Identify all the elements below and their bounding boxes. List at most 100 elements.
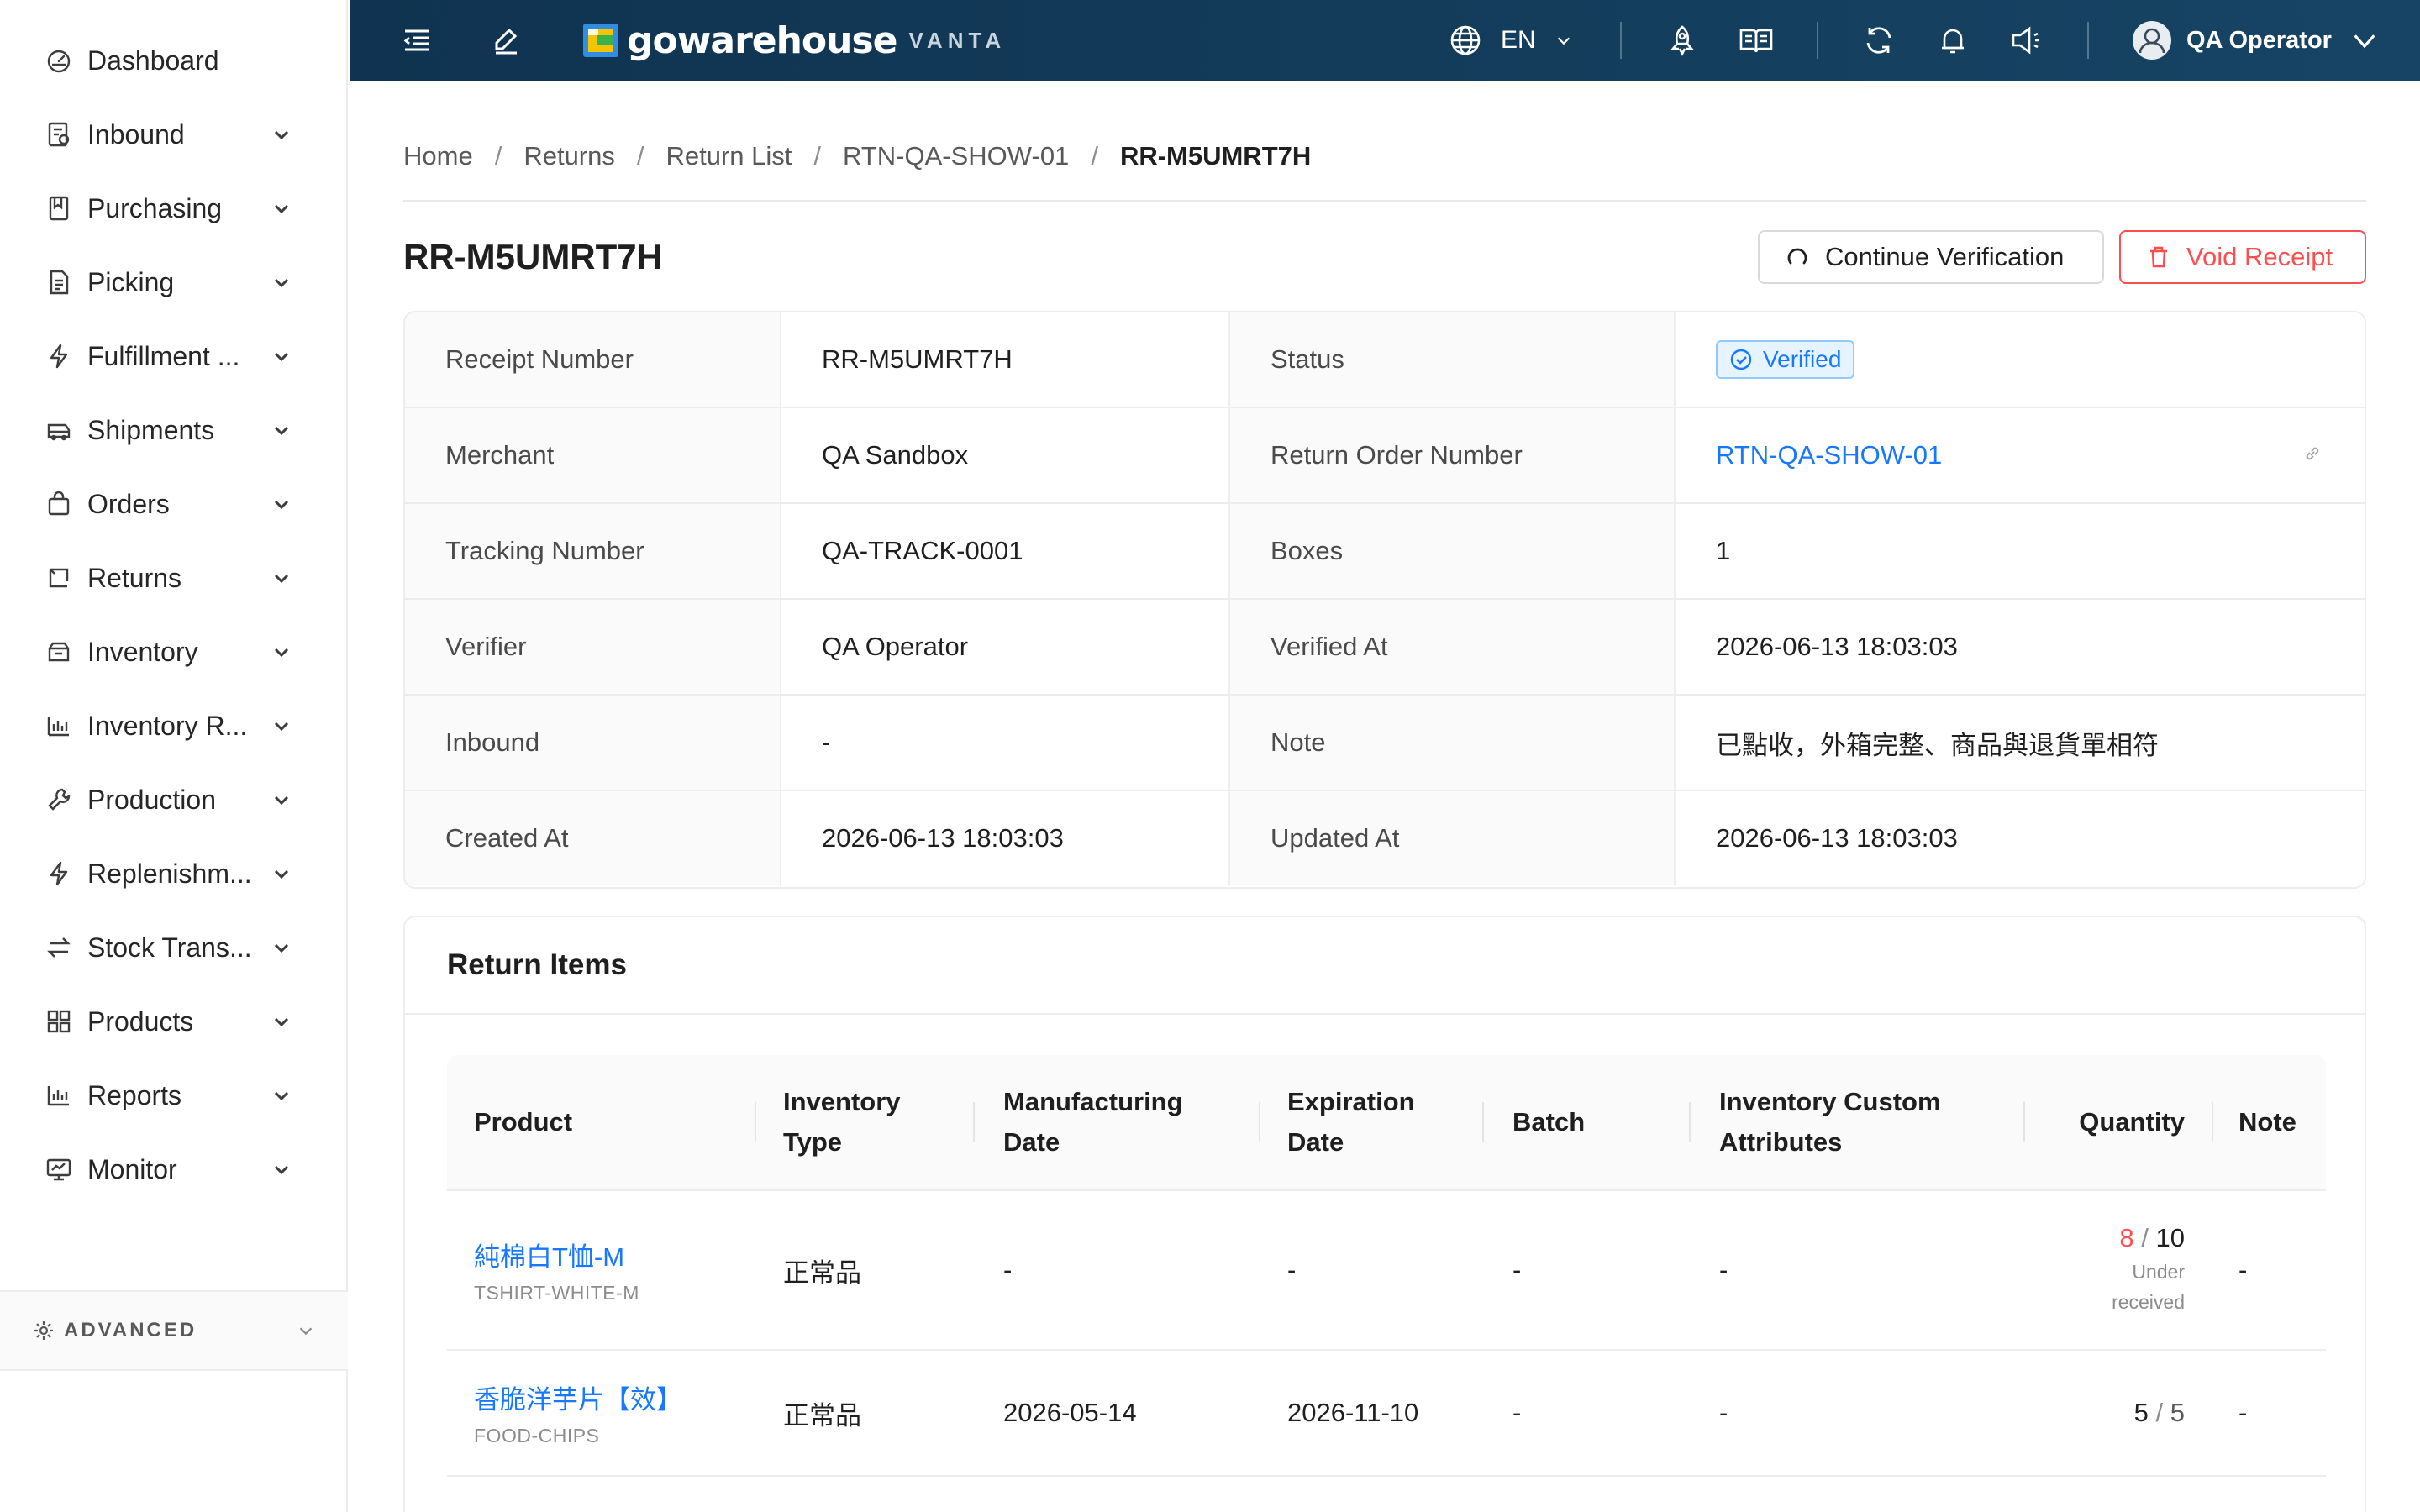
- return-order-cell: RTN-QA-SHOW-01: [1676, 408, 2365, 502]
- column-header-custom-attributes[interactable]: Inventory Custom Attributes: [1719, 1055, 2022, 1189]
- return-items-title: Return Items: [447, 948, 627, 981]
- tracking-number-value: QA-TRACK-0001: [781, 504, 1230, 598]
- chevron-down-icon[interactable]: [267, 1081, 296, 1110]
- sidebar-item-reports[interactable]: Reports: [0, 1058, 348, 1132]
- shipments-icon: [45, 417, 72, 444]
- detail-row: Receipt Number RR-M5UMRT7H Status Verifi…: [405, 312, 2365, 408]
- return-order-link[interactable]: RTN-QA-SHOW-01: [1716, 440, 1942, 470]
- verified-at-value: 2026-06-13 18:03:03: [1676, 600, 2365, 694]
- table-row: 純棉白T恤-M TSHIRT-WHITE-M 正常品 - - - - 8 / 1…: [447, 1191, 2326, 1351]
- loading-icon: [1785, 244, 1810, 270]
- sidebar-item-dashboard[interactable]: Dashboard: [0, 24, 348, 97]
- column-header-expiration-date[interactable]: Expiration Date: [1287, 1055, 1489, 1189]
- chevron-down-icon[interactable]: [267, 342, 296, 370]
- verifier-value: QA Operator: [781, 600, 1230, 694]
- quantity-separator: /: [2155, 1398, 2170, 1427]
- stock-transfer-icon: [45, 934, 72, 961]
- brand-logo[interactable]: gowarehouse VANTA: [583, 18, 1006, 62]
- sidebar-item-purchasing[interactable]: Purchasing: [0, 171, 348, 245]
- chevron-down-icon[interactable]: [267, 564, 296, 592]
- product-cell: 純棉白T恤-M TSHIRT-WHITE-M: [474, 1191, 776, 1349]
- breadcrumb-returns[interactable]: Returns: [523, 141, 615, 171]
- breadcrumb-separator: /: [636, 141, 644, 171]
- sidebar-item-inventory-reports[interactable]: Inventory R...: [0, 689, 348, 763]
- product-name-link[interactable]: 純棉白T恤-M: [474, 1236, 624, 1273]
- chevron-down-icon[interactable]: [267, 120, 296, 149]
- chevron-down-icon[interactable]: [267, 490, 296, 518]
- column-header-note[interactable]: Note: [2238, 1055, 2323, 1189]
- inventory-type-cell: 正常品: [783, 1257, 861, 1288]
- sidebar-item-replenishment[interactable]: Replenishm...: [0, 837, 348, 911]
- sidebar-item-orders[interactable]: Orders: [0, 467, 348, 541]
- void-receipt-button[interactable]: Void Receipt: [2119, 230, 2366, 284]
- expiration-date-cell: 2026-11-10: [1287, 1398, 1419, 1427]
- boxes-label: Boxes: [1230, 504, 1676, 598]
- breadcrumb-separator: /: [813, 141, 822, 171]
- header-divider: [1817, 22, 1818, 59]
- breadcrumb-return-order[interactable]: RTN-QA-SHOW-01: [843, 141, 1069, 171]
- advanced-section-toggle[interactable]: ADVANCED: [0, 1290, 348, 1371]
- breadcrumb-divider: [403, 200, 2366, 202]
- quantity-value: 8 / 10: [2119, 1223, 2185, 1253]
- sidebar-item-picking[interactable]: Picking: [0, 245, 348, 319]
- column-header-product[interactable]: Product: [474, 1055, 751, 1189]
- column-separator: [973, 1102, 975, 1142]
- receipt-number-value: RR-M5UMRT7H: [781, 312, 1230, 407]
- status-label: Status: [1230, 312, 1676, 407]
- sidebar-item-label: Production: [87, 784, 216, 815]
- sidebar-item-inventory[interactable]: Inventory: [0, 615, 348, 689]
- chevron-down-icon[interactable]: [267, 416, 296, 444]
- sidebar-item-label: Reports: [87, 1079, 182, 1110]
- column-header-quantity[interactable]: Quantity: [2044, 1055, 2185, 1189]
- continue-verification-label: Continue Verification: [1825, 242, 2065, 271]
- logo-mark-icon: [583, 20, 618, 60]
- chevron-down-icon[interactable]: [267, 268, 296, 297]
- inventory-reports-icon: [45, 712, 72, 739]
- bell-icon[interactable]: [1933, 20, 1973, 60]
- sidebar-item-returns[interactable]: Returns: [0, 541, 348, 615]
- product-sku: FOOD-CHIPS: [474, 1425, 600, 1446]
- chevron-down-icon[interactable]: [267, 1155, 296, 1184]
- custom-attributes-cell: -: [1719, 1398, 1728, 1427]
- continue-verification-button[interactable]: Continue Verification: [1758, 230, 2104, 284]
- return-order-label: Return Order Number: [1230, 408, 1676, 502]
- chevron-down-icon[interactable]: [267, 1007, 296, 1036]
- refresh-icon[interactable]: [1859, 20, 1899, 60]
- advanced-label: ADVANCED: [64, 1319, 197, 1341]
- chevron-down-icon[interactable]: [267, 859, 296, 888]
- chevron-down-icon[interactable]: [267, 785, 296, 814]
- breadcrumb-return-list[interactable]: Return List: [666, 141, 792, 171]
- status-badge: Verified: [1716, 340, 1855, 379]
- column-header-inventory-type[interactable]: Inventory Type: [783, 1055, 976, 1189]
- inbound-value: -: [781, 696, 1230, 790]
- detail-row: Inbound - Note 已點收，外箱完整、商品與退貨單相符: [405, 696, 2365, 791]
- chevron-down-icon[interactable]: [267, 638, 296, 666]
- manufacturing-date-cell: 2026-05-14: [1003, 1398, 1137, 1427]
- menu-collapse-icon[interactable]: [397, 20, 437, 60]
- user-menu[interactable]: QA Operator: [2131, 18, 2379, 62]
- chevron-down-icon[interactable]: [267, 194, 296, 223]
- sidebar-item-fulfillment[interactable]: Fulfillment ...: [0, 319, 348, 393]
- chevron-down-icon[interactable]: [267, 933, 296, 962]
- fulfillment-icon: [45, 343, 72, 370]
- sidebar-item-monitor[interactable]: Monitor: [0, 1132, 348, 1206]
- chevron-down-icon[interactable]: [267, 711, 296, 740]
- edit-icon[interactable]: [486, 20, 526, 60]
- column-separator: [755, 1102, 756, 1142]
- column-header-batch[interactable]: Batch: [1512, 1055, 1681, 1189]
- sidebar-item-products[interactable]: Products: [0, 984, 348, 1058]
- receipt-details: Receipt Number RR-M5UMRT7H Status Verifi…: [403, 311, 2366, 889]
- sidebar-item-shipments[interactable]: Shipments: [0, 393, 348, 467]
- language-selector[interactable]: EN: [1449, 20, 1573, 60]
- sidebar-item-stock-transfer[interactable]: Stock Trans...: [0, 911, 348, 984]
- rocket-icon[interactable]: [1662, 20, 1702, 60]
- breadcrumb-home[interactable]: Home: [403, 141, 473, 171]
- announcement-icon[interactable]: [2007, 20, 2047, 60]
- column-header-manufacturing-date[interactable]: Manufacturing Date: [1003, 1055, 1255, 1189]
- sidebar-item-production[interactable]: Production: [0, 763, 348, 837]
- book-icon[interactable]: [1736, 20, 1776, 60]
- sidebar-item-label: Stock Trans...: [87, 932, 252, 963]
- sidebar-item-inbound[interactable]: Inbound: [0, 97, 348, 171]
- link-icon[interactable]: [2301, 442, 2324, 465]
- product-name-link[interactable]: 香脆洋芋片【效】: [474, 1378, 682, 1416]
